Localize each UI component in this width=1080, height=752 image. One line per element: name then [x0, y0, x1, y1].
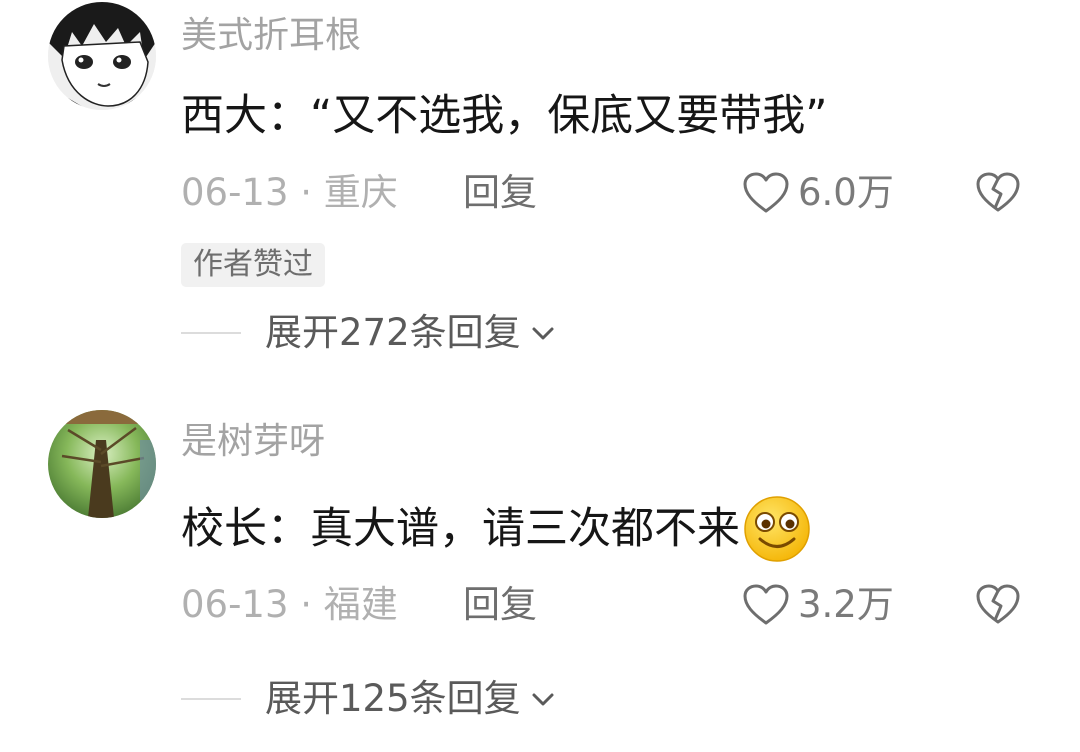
comment-username[interactable]: 是树芽呀: [181, 420, 325, 464]
reply-button[interactable]: 回复: [463, 170, 537, 216]
heart-icon: [743, 172, 789, 213]
anime-boy-avatar-icon: [48, 2, 156, 110]
comment-username[interactable]: 美式折耳根: [181, 14, 361, 58]
divider-line: [181, 332, 241, 334]
user-avatar[interactable]: [48, 2, 156, 110]
comment-text-content: 校长：真大谱，请三次都不来: [181, 504, 740, 554]
author-liked-badge: 作者赞过: [181, 243, 325, 287]
comment-text: 校长：真大谱，请三次都不来: [181, 494, 812, 564]
like-count: 3.2万: [798, 583, 894, 626]
heart-icon: [743, 584, 789, 625]
like-count: 6.0万: [798, 171, 894, 214]
smiling-face-emoji-icon: [744, 496, 810, 562]
comment-text-content: 西大：“又不选我，保底又要带我”: [181, 91, 828, 141]
tree-photo-avatar-icon: [48, 410, 156, 518]
expand-replies-button[interactable]: 展开125条回复: [181, 676, 557, 722]
chevron-down-icon: [532, 693, 554, 706]
dislike-button[interactable]: [975, 170, 1021, 216]
user-avatar[interactable]: [48, 410, 156, 518]
expand-replies-button[interactable]: 展开272条回复: [181, 310, 557, 356]
chevron-down-icon: [532, 327, 554, 340]
comment-text: 西大：“又不选我，保底又要带我”: [181, 88, 828, 144]
broken-heart-icon: [976, 584, 1020, 624]
divider-line: [181, 698, 241, 700]
expand-replies-label: 展开272条回复: [265, 311, 521, 354]
comment-date-location: 06-13 · 福建: [181, 583, 398, 626]
like-button[interactable]: 3.2万: [742, 582, 894, 628]
expand-replies-label: 展开125条回复: [265, 677, 521, 720]
broken-heart-icon: [976, 172, 1020, 212]
comment-date-location: 06-13 · 重庆: [181, 171, 398, 214]
like-button[interactable]: 6.0万: [742, 170, 894, 216]
dislike-button[interactable]: [975, 582, 1021, 628]
reply-button[interactable]: 回复: [463, 582, 537, 628]
